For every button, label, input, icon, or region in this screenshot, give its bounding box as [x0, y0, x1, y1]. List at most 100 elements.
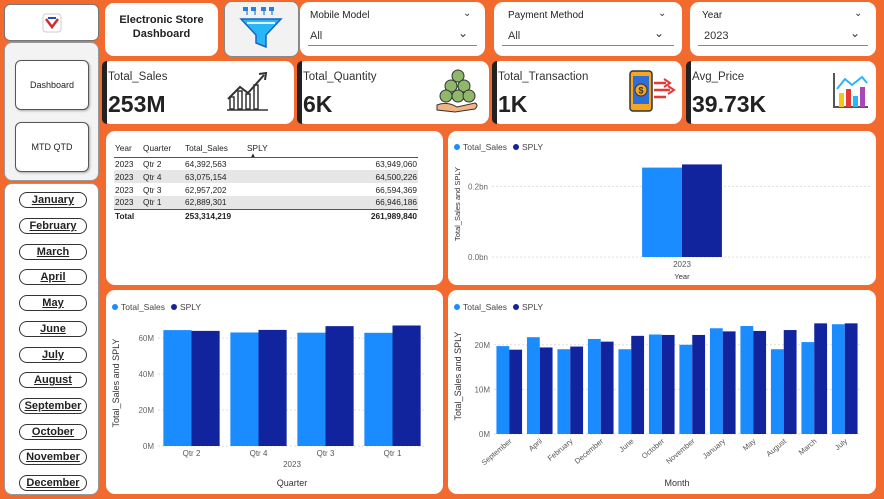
table-row: 2023 Qtr 4 63,075,154 64,500,226	[114, 170, 418, 183]
column-header[interactable]: SPLY ▲	[246, 139, 418, 159]
cell: 63,949,060	[375, 158, 417, 169]
month-button-june[interactable]: June	[19, 321, 87, 337]
slicer-label: Mobile Model	[310, 10, 370, 21]
bar-sply	[258, 329, 287, 446]
x-tick-label: June	[617, 437, 635, 454]
bar-chart-icon	[833, 73, 868, 108]
kpi-value: 253M	[108, 91, 166, 117]
dashboard-page-button[interactable]: Dashboard	[15, 60, 89, 110]
month-button-september[interactable]: September	[19, 398, 87, 414]
kpi-title: Avg_Price	[692, 71, 745, 83]
filter-panel-button[interactable]	[224, 1, 299, 57]
bar-total-sales	[230, 332, 259, 446]
bar-total-sales	[831, 324, 845, 434]
bar-total-sales	[163, 330, 192, 446]
quarter-sales-chart: Total_Sales SPLY 0M 20M 40M 60M Qtr 2 Qtr 4 Qt…	[106, 290, 443, 494]
bar-sply	[325, 326, 354, 446]
x-tick-label: October	[640, 436, 667, 460]
kpi-card-total-quantity: Total_Quantity 6K	[297, 61, 489, 124]
cell: Total	[115, 211, 135, 222]
kpi-card-avg-price: Avg_Price 39.73K	[686, 61, 876, 124]
chevron-down-icon[interactable]: ⌄	[463, 8, 471, 19]
funnel-icon	[239, 7, 283, 49]
bar-sply	[844, 323, 858, 434]
bar-total-sales	[587, 338, 601, 434]
bar-total-sales	[364, 332, 393, 446]
bar-sply	[631, 335, 645, 434]
total-row: Total 253,314,219 261,989,840	[114, 209, 418, 223]
slicer-label: Payment Method	[508, 10, 584, 21]
chart-svg: 0M 10M 20M September April FebruaryDecember Ju…	[453, 323, 860, 488]
bar-total-sales	[297, 332, 326, 446]
bar-total-sales	[496, 346, 510, 434]
x-tick-label: Qtr 2	[183, 449, 201, 458]
bar-total-sales	[557, 349, 571, 434]
chevron-down-icon[interactable]: ⌄	[850, 26, 860, 40]
bar-total-sales	[770, 349, 784, 434]
month-button-march[interactable]: March	[19, 244, 87, 260]
kpi-value: 1K	[498, 91, 528, 117]
y-tick-label: 40M	[138, 370, 154, 379]
chart-svg: 0M 20M 40M 60M Qtr 2 Qtr 4 Qtr 3 Qtr 1 2023 Quart…	[111, 325, 426, 488]
x-tick-label: November	[664, 436, 697, 465]
y-tick-label: 0M	[143, 442, 154, 451]
bar-total-sales	[642, 167, 682, 257]
cell: 2023	[115, 158, 134, 169]
month-button-august[interactable]: August	[19, 372, 87, 388]
x-tick-label: March	[797, 437, 819, 457]
x-axis-title: Month	[664, 478, 689, 488]
chevron-down-icon[interactable]: ⌄	[658, 8, 666, 19]
sales-chart-icon	[227, 71, 268, 111]
y-tick-label: 10M	[474, 385, 490, 394]
chevron-down-icon[interactable]: ⌄	[654, 26, 664, 40]
column-header[interactable]: Total_Sales	[184, 139, 246, 157]
bar-sply	[814, 323, 828, 434]
cell: 2023	[115, 184, 134, 195]
month-button-november[interactable]: November	[19, 449, 87, 465]
chevron-down-icon[interactable]: ⌄	[854, 8, 862, 19]
column-header[interactable]: Year	[114, 139, 142, 157]
bar-total-sales	[618, 349, 632, 434]
year-slicer[interactable]: Year ⌄ 2023 ⌄	[690, 2, 876, 56]
bar-total-sales	[801, 342, 815, 434]
title-line-1: Electronic Store	[119, 14, 204, 26]
x-tick-label: April	[527, 436, 545, 453]
month-button-july[interactable]: July	[19, 347, 87, 363]
table-row: 2023 Qtr 2 64,392,563 63,949,060	[114, 157, 418, 170]
store-logo-icon	[42, 13, 62, 33]
x-tick-label: Qtr 1	[384, 449, 402, 458]
cell: 2023	[115, 197, 134, 208]
cell	[142, 209, 184, 223]
month-button-october[interactable]: October	[19, 424, 87, 440]
x-tick-label: August	[764, 436, 788, 458]
bar-sply	[600, 341, 614, 434]
month-button-may[interactable]: May	[19, 295, 87, 311]
kpi-title: Total_Transaction	[498, 71, 589, 83]
sales-matrix: Year Quarter Total_Sales SPLY ▲ 2023 Qtr …	[106, 131, 443, 285]
cell: 64,500,226	[375, 171, 417, 182]
slicer-value: 2023	[704, 30, 729, 42]
month-button-january[interactable]: January	[19, 192, 87, 208]
month-button-february[interactable]: February	[19, 218, 87, 234]
coins-hand-icon	[436, 69, 478, 113]
bar-total-sales	[648, 334, 662, 434]
cell: Qtr 1	[143, 197, 162, 208]
cell: 62,889,301	[185, 197, 227, 208]
mtd-qtd-page-button[interactable]: MTD QTD	[15, 122, 89, 172]
bar-sply	[539, 347, 553, 434]
page-navigation: Dashboard MTD QTD	[4, 42, 99, 181]
slicer-value: All	[508, 30, 521, 42]
x-tick-label: December	[573, 436, 606, 465]
column-header[interactable]: Quarter	[142, 139, 184, 157]
payment-method-slicer[interactable]: Payment Method ⌄ All ⌄	[494, 2, 682, 56]
chevron-down-icon[interactable]: ⌄	[458, 26, 468, 40]
x-tick-label: January	[701, 436, 727, 460]
month-button-april[interactable]: April	[19, 269, 87, 285]
slicer-label: Year	[702, 10, 723, 21]
dashboard-title: Electronic Store Dashboard	[105, 3, 218, 56]
mobile-model-slicer[interactable]: Mobile Model ⌄ All ⌄	[300, 2, 485, 56]
y-tick-label: 20M	[474, 341, 490, 350]
slicer-value: All	[310, 30, 323, 42]
month-button-december[interactable]: December	[19, 475, 87, 491]
table-row: 2023 Qtr 3 62,957,202 66,594,369	[114, 183, 418, 196]
